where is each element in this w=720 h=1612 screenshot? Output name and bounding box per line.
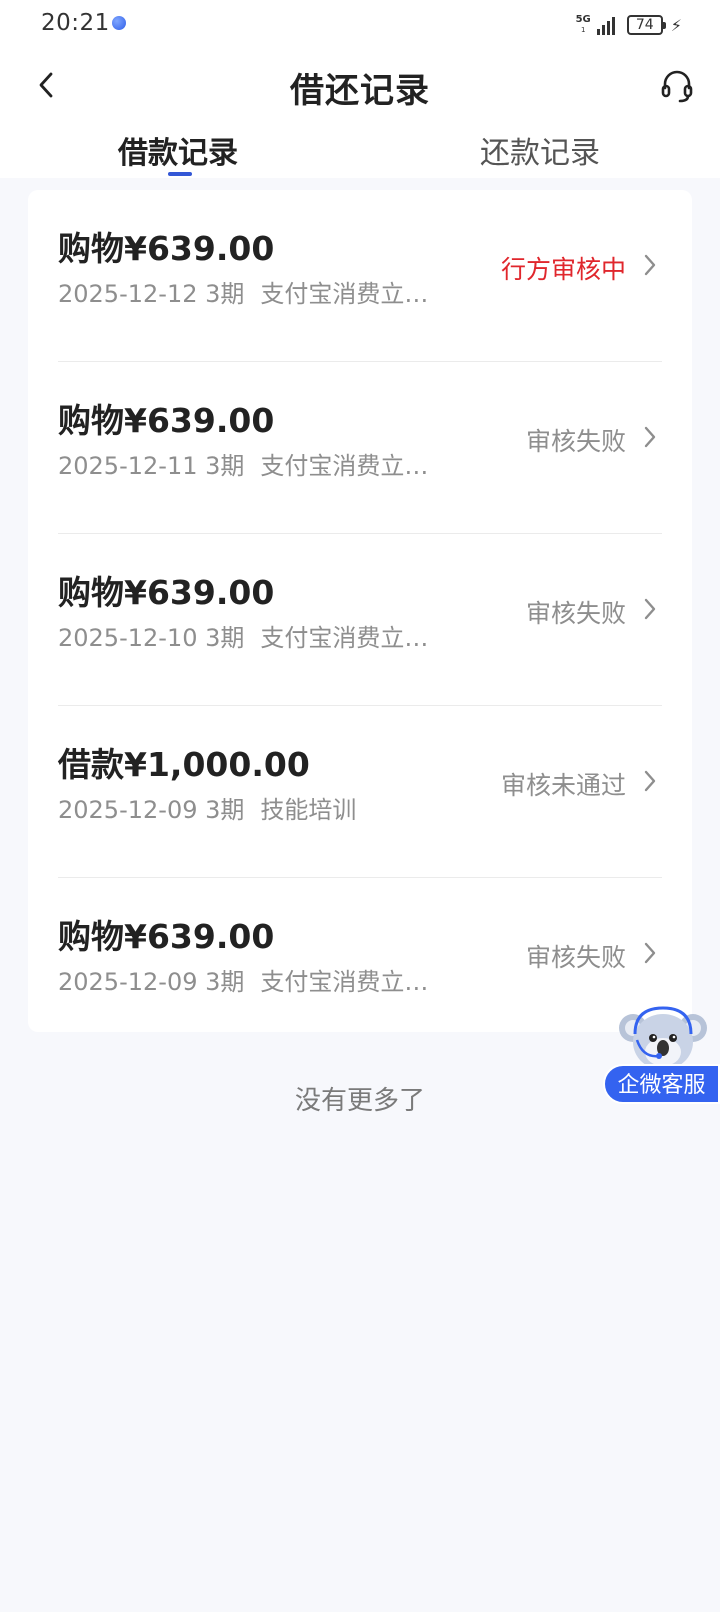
battery-icon: 74	[626, 15, 666, 35]
wecom-service-label: 企微客服	[603, 1064, 720, 1104]
record-status: 审核未通过	[500, 771, 626, 800]
record-amount: 购物¥639.00	[58, 229, 275, 268]
status-bar: 20:21 5G 1 74 ⚡	[0, 0, 720, 50]
signal-strength-icon	[596, 15, 615, 35]
chevron-right-icon	[638, 250, 662, 280]
record-details: 2025-12-11 3期 支付宝消费立…	[58, 446, 428, 481]
record-status: 审核失败	[525, 599, 626, 628]
record-purpose: 支付宝消费立…	[260, 624, 429, 652]
tab-borrow-records[interactable]: 借款记录	[118, 128, 238, 178]
record-status: 行方审核中	[500, 255, 626, 284]
headset-icon	[661, 70, 693, 103]
nav-bar: 借还记录	[0, 55, 720, 117]
customer-service-button[interactable]	[654, 63, 700, 109]
battery-level: 74	[635, 17, 654, 33]
record-details: 2025-12-10 3期 支付宝消费立…	[58, 618, 428, 653]
record-details: 2025-12-09 3期 支付宝消费立…	[58, 962, 428, 997]
list-item[interactable]: 购物¥639.00 2025-12-11 3期 支付宝消费立… 审核失败	[28, 362, 692, 534]
record-details: 2025-12-09 3期 技能培训	[58, 790, 356, 825]
record-amount: 借款¥1,000.00	[58, 745, 310, 784]
record-date: 2025-12-09 3期	[58, 796, 245, 824]
record-purpose: 支付宝消费立…	[260, 280, 429, 308]
record-amount: 购物¥639.00	[58, 917, 275, 956]
tab-repayment-records[interactable]: 还款记录	[480, 128, 600, 178]
status-time: 20:21	[41, 10, 110, 36]
notification-dot-icon	[112, 16, 126, 30]
page-title: 借还记录	[290, 71, 430, 111]
network-type-icon: 5G 1	[575, 14, 591, 35]
status-indicators: 5G 1 74 ⚡	[576, 12, 682, 38]
list-item[interactable]: 购物¥639.00 2025-12-09 3期 支付宝消费立… 审核失败	[28, 878, 692, 1050]
record-amount: 购物¥639.00	[58, 401, 275, 440]
record-purpose: 技能培训	[260, 796, 357, 824]
record-purpose: 支付宝消费立…	[260, 968, 429, 996]
list-item[interactable]: 购物¥639.00 2025-12-12 3期 支付宝消费立… 行方审核中	[28, 190, 692, 362]
list-item[interactable]: 借款¥1,000.00 2025-12-09 3期 技能培训 审核未通过	[28, 706, 692, 878]
record-date: 2025-12-11 3期	[58, 452, 245, 480]
chevron-right-icon	[638, 766, 662, 796]
record-purpose: 支付宝消费立…	[260, 452, 429, 480]
active-tab-indicator	[168, 172, 192, 176]
chevron-right-icon	[638, 422, 662, 452]
record-status: 审核失败	[525, 943, 626, 972]
record-amount: 购物¥639.00	[58, 573, 275, 612]
record-status: 审核失败	[525, 427, 626, 456]
charging-icon: ⚡	[670, 15, 682, 35]
record-date: 2025-12-09 3期	[58, 968, 245, 996]
record-details: 2025-12-12 3期 支付宝消费立…	[58, 274, 428, 309]
record-date: 2025-12-12 3期	[58, 280, 245, 308]
tab-bar: 借款记录 还款记录	[0, 128, 720, 178]
chevron-right-icon	[638, 594, 662, 624]
chevron-right-icon	[638, 938, 662, 968]
record-date: 2025-12-10 3期	[58, 624, 245, 652]
records-list: 购物¥639.00 2025-12-12 3期 支付宝消费立… 行方审核中 购物¥…	[28, 190, 692, 1032]
wecom-service-button[interactable]: 企微客服	[603, 1004, 720, 1104]
list-item[interactable]: 购物¥639.00 2025-12-10 3期 支付宝消费立… 审核失败	[28, 534, 692, 706]
